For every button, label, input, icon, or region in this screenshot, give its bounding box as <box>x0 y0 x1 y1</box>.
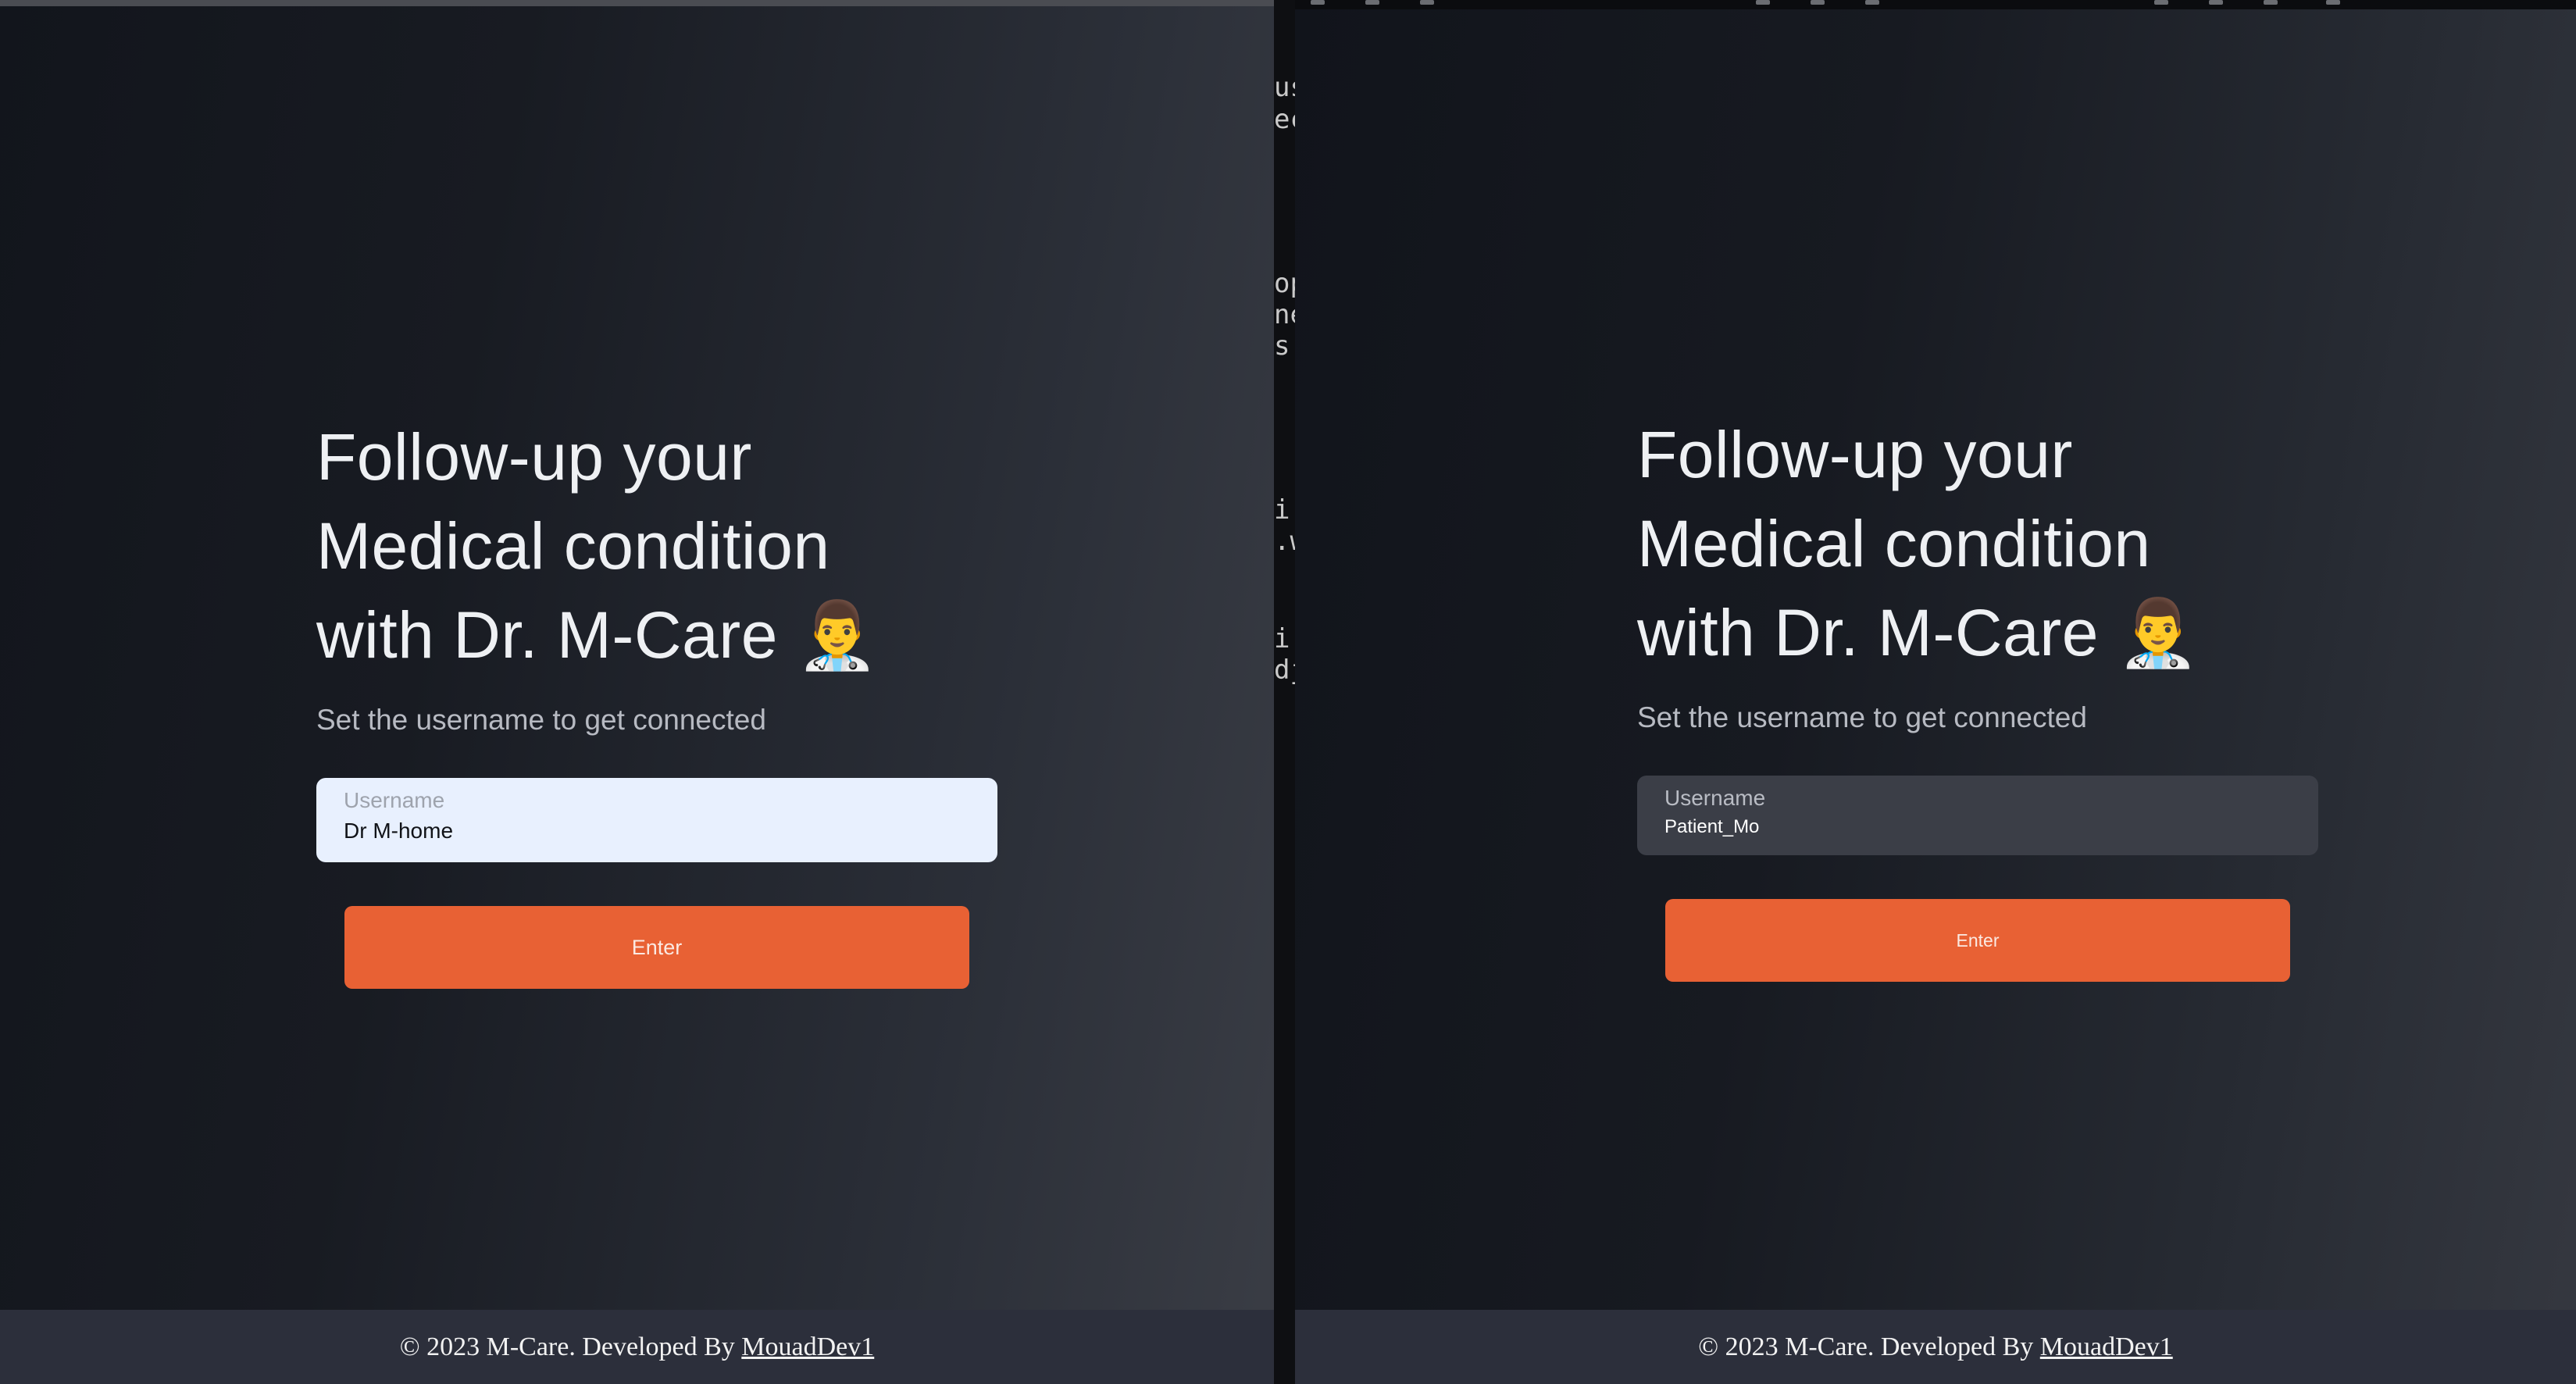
login-panel: Follow-up your Medical condition with Dr… <box>316 412 1004 989</box>
code-fragment: i <box>1274 623 1290 655</box>
code-fragment: i <box>1274 494 1290 526</box>
left-browser-window: Follow-up your Medical condition with Dr… <box>0 0 1274 1384</box>
footer-copyright: © 2023 M-Care. Developed By <box>399 1332 735 1361</box>
code-fragment: ne <box>1274 299 1295 330</box>
enter-button[interactable]: Enter <box>344 906 969 989</box>
username-label: Username <box>1664 786 1766 810</box>
code-fragment: .w <box>1274 526 1295 557</box>
background-code-editor-strip: us ec op ne s i .w i dj <box>1274 0 1295 1384</box>
login-panel: Follow-up your Medical condition with Dr… <box>1637 410 2324 982</box>
page-footer: © 2023 M-Care. Developed By MouadDev1 <box>0 1310 1274 1384</box>
code-fragment: dj <box>1274 655 1295 686</box>
page-headline: Follow-up your Medical condition with Dr… <box>1637 410 2324 677</box>
code-fragment: us <box>1274 72 1295 103</box>
footer-developer-link[interactable]: MouadDev1 <box>2040 1332 2173 1361</box>
username-label: Username <box>344 788 445 812</box>
code-fragment: op <box>1274 268 1295 299</box>
headline-line-1: Follow-up your <box>316 420 752 494</box>
headline-line-3: with Dr. M-Care 👨‍⚕️ <box>1637 596 2200 669</box>
enter-button[interactable]: Enter <box>1665 899 2290 982</box>
username-field[interactable]: Username <box>316 778 997 862</box>
right-browser-window: Follow-up your Medical condition with Dr… <box>1295 0 2576 1384</box>
headline-line-2: Medical condition <box>316 509 830 583</box>
toolbar-strip <box>1295 0 2576 9</box>
headline-line-3: with Dr. M-Care 👨‍⚕️ <box>316 598 879 672</box>
footer-developer-link[interactable]: MouadDev1 <box>741 1332 874 1361</box>
footer-copyright: © 2023 M-Care. Developed By <box>1698 1332 2034 1361</box>
username-field[interactable]: Username <box>1637 776 2318 855</box>
username-input[interactable] <box>344 819 970 844</box>
page-footer: © 2023 M-Care. Developed By MouadDev1 <box>1295 1310 2576 1384</box>
page-headline: Follow-up your Medical condition with Dr… <box>316 412 1004 680</box>
headline-line-1: Follow-up your <box>1637 418 2073 491</box>
code-fragment: s <box>1274 330 1290 362</box>
page-subtitle: Set the username to get connected <box>1637 701 2087 733</box>
username-input[interactable] <box>1664 816 2291 838</box>
code-fragment: ec <box>1274 104 1295 135</box>
headline-line-2: Medical condition <box>1637 507 2151 580</box>
page-subtitle: Set the username to get connected <box>316 704 766 736</box>
